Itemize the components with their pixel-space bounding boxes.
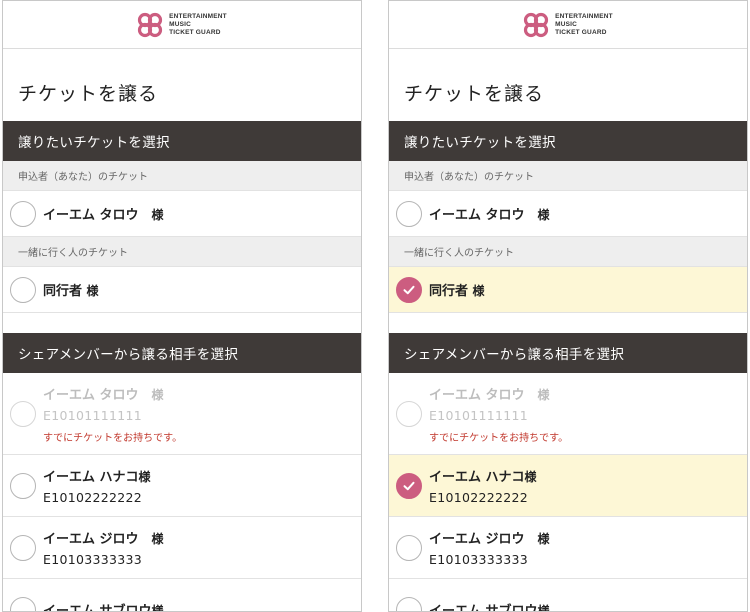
logo-mark-icon (138, 12, 163, 37)
radio-unchecked-icon[interactable] (396, 596, 422, 611)
member-name: イーエム サブロウ様 (43, 604, 164, 612)
page-title: チケットを譲る (404, 83, 545, 105)
section-header-select-member: シェアメンバーから譲る相手を選択 (3, 333, 361, 373)
spacer (3, 313, 361, 333)
ticket-holder-name: イーエム タロウ 様 (429, 208, 550, 223)
section-header-select-ticket: 譲りたいチケットを選択 (389, 121, 747, 161)
member-name: イーエム ジロウ 様 (43, 532, 164, 547)
companion-ticket-label: 一緒に行く人のチケット (3, 237, 361, 267)
applicant-ticket-label: 申込者（あなた）のチケット (3, 161, 361, 191)
member-name: イーエム ハナコ様 (43, 470, 151, 485)
member-option-jirou[interactable]: イーエム ジロウ 様 E10103333333 (389, 517, 747, 579)
member-name: イーエム タロウ 様 (43, 387, 164, 403)
brand-logo-text: ENTERTAINMENT MUSIC TICKET GUARD (555, 12, 613, 36)
member-id: E10102222222 (429, 490, 528, 505)
ticket-holder-name: 同行者 様 (43, 284, 99, 299)
member-option-disabled: イーエム タロウ 様 E10101111111 すでにチケットをお持ちです。 (3, 373, 361, 455)
member-option-saburou[interactable]: イーエム サブロウ様 (3, 579, 361, 612)
already-has-ticket-notice: すでにチケットをお持ちです。 (429, 432, 569, 444)
member-id: E10101111111 (43, 407, 142, 423)
screen-after-selection: ENTERTAINMENT MUSIC TICKET GUARD チケットを譲る… (388, 0, 748, 612)
member-id: E10103333333 (429, 552, 528, 567)
companion-ticket-label: 一緒に行く人のチケット (389, 237, 747, 267)
member-id: E10101111111 (429, 407, 528, 423)
radio-unchecked-icon[interactable] (396, 200, 422, 227)
screen-before-selection: ENTERTAINMENT MUSIC TICKET GUARD チケットを譲る… (2, 0, 362, 612)
radio-unchecked-icon[interactable] (10, 596, 36, 611)
member-name: イーエム タロウ 様 (429, 387, 550, 403)
radio-disabled-icon (396, 400, 422, 427)
member-option-saburou[interactable]: イーエム サブロウ様 (389, 579, 747, 612)
check-circle-icon[interactable] (396, 276, 422, 303)
ticket-holder-name: 同行者 様 (429, 284, 485, 299)
member-name: イーエム ジロウ 様 (429, 532, 550, 547)
member-id: E10102222222 (43, 490, 142, 505)
page-title: チケットを譲る (18, 83, 159, 105)
member-option-jirou[interactable]: イーエム ジロウ 様 E10103333333 (3, 517, 361, 579)
section-header-select-ticket: 譲りたいチケットを選択 (3, 121, 361, 161)
radio-unchecked-icon[interactable] (10, 534, 36, 561)
ticket-option-companion[interactable]: 同行者 様 (3, 267, 361, 313)
radio-unchecked-icon[interactable] (10, 276, 36, 303)
ticket-option-companion-selected[interactable]: 同行者 様 (389, 267, 747, 313)
radio-unchecked-icon[interactable] (396, 534, 422, 561)
member-id: E10103333333 (43, 552, 142, 567)
ticket-option-applicant[interactable]: イーエム タロウ 様 (389, 191, 747, 237)
already-has-ticket-notice: すでにチケットをお持ちです。 (43, 432, 183, 444)
check-circle-icon[interactable] (396, 472, 422, 499)
brand-logo-text: ENTERTAINMENT MUSIC TICKET GUARD (169, 12, 227, 36)
ticket-holder-name: イーエム タロウ 様 (43, 208, 164, 223)
member-option-hanako[interactable]: イーエム ハナコ様 E10102222222 (3, 455, 361, 517)
logo-mark-icon (524, 12, 549, 37)
spacer (389, 313, 747, 333)
app-header: ENTERTAINMENT MUSIC TICKET GUARD (389, 1, 747, 49)
section-header-select-member: シェアメンバーから譲る相手を選択 (389, 333, 747, 373)
radio-disabled-icon (10, 400, 36, 427)
member-name: イーエム サブロウ様 (429, 604, 550, 612)
app-header: ENTERTAINMENT MUSIC TICKET GUARD (3, 1, 361, 49)
member-option-hanako-selected[interactable]: イーエム ハナコ様 E10102222222 (389, 455, 747, 517)
radio-unchecked-icon[interactable] (10, 472, 36, 499)
ticket-option-applicant[interactable]: イーエム タロウ 様 (3, 191, 361, 237)
radio-unchecked-icon[interactable] (10, 200, 36, 227)
member-name: イーエム ハナコ様 (429, 470, 537, 485)
member-option-disabled: イーエム タロウ 様 E10101111111 すでにチケットをお持ちです。 (389, 373, 747, 455)
applicant-ticket-label: 申込者（あなた）のチケット (389, 161, 747, 191)
